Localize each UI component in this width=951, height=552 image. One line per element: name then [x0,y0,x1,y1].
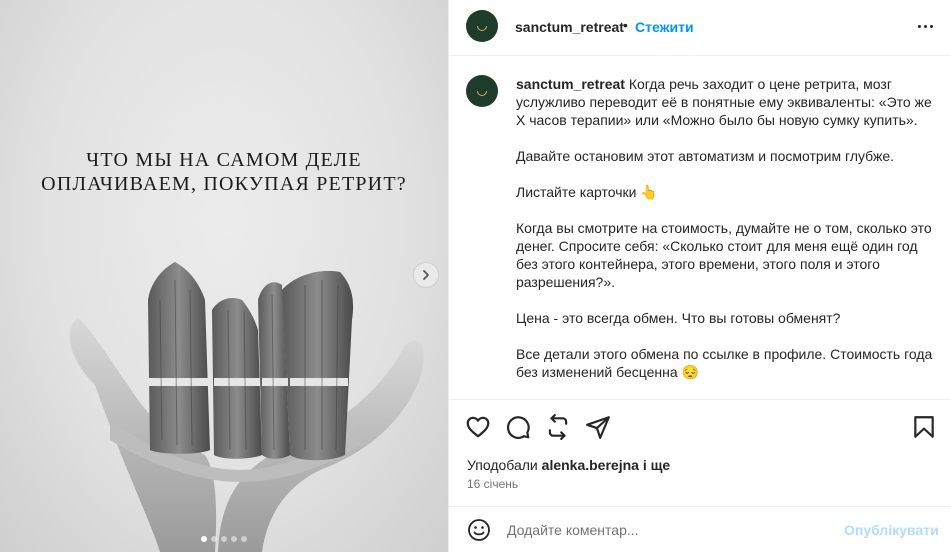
header-username[interactable]: sanctum_retreat [515,19,624,35]
post-side-panel: sanctum_retreat • Стежити sanctum_retrea… [448,0,951,552]
comment-icon[interactable] [505,414,531,440]
likes-suffix[interactable]: і ще [643,457,670,473]
hands-with-money-image [69,262,424,552]
post-header: sanctum_retreat • Стежити [449,0,951,56]
caption-paragraph: Цена - это всегда обмен. Что вы готовы о… [516,310,841,326]
media-title-line-2: ОПЛАЧИВАЕМ, ПОКУПАЯ РЕТРИТ? [41,173,407,195]
likes-prefix: Уподобали [467,457,538,473]
post-date[interactable]: 16 січень [467,477,518,491]
caption-username[interactable]: sanctum_retreat [516,76,625,92]
avatar[interactable] [466,75,498,107]
likes-user[interactable]: alenka.berejna [542,457,639,473]
caption-area: sanctum_retreat Когда речь заходит о цен… [449,57,951,399]
carousel-dot [231,536,237,542]
post-caption: sanctum_retreat Когда речь заходит о цен… [516,75,936,399]
caption-paragraph: Все детали этого обмена по ссылке в проф… [516,346,933,380]
post-media[interactable]: ЧТО МЫ НА САМОМ ДЕЛЕ ОПЛАЧИВАЕМ, ПОКУПАЯ… [0,0,448,552]
carousel-next-button[interactable] [413,262,439,288]
comment-box: Опублікувати [449,506,951,552]
more-icon[interactable] [911,14,939,38]
action-bar [449,399,951,453]
emoji-icon[interactable] [467,518,491,542]
header-separator: • [623,17,628,33]
share-icon[interactable] [585,414,611,440]
carousel-dot [221,536,227,542]
caption-paragraph: Когда вы смотрите на стоимость, думайте … [516,220,932,290]
carousel-dots [0,536,448,542]
avatar[interactable] [466,10,498,42]
carousel-dot [241,536,247,542]
media-title-line-1: ЧТО МЫ НА САМОМ ДЕЛЕ [86,149,362,171]
chevron-right-icon [423,270,429,280]
carousel-dot [201,536,207,542]
likes-summary: Уподобали alenka.berejna і ще [467,457,670,473]
comment-input[interactable] [507,520,827,540]
follow-button[interactable]: Стежити [635,19,694,35]
repost-icon[interactable] [545,414,571,440]
heart-icon[interactable] [465,414,491,440]
publish-button[interactable]: Опублікувати [844,522,939,538]
caption-paragraph: Листайте карточки 👆 [516,184,658,200]
bookmark-icon[interactable] [911,414,937,440]
media-title: ЧТО МЫ НА САМОМ ДЕЛЕ ОПЛАЧИВАЕМ, ПОКУПАЯ… [0,148,448,196]
carousel-dot [211,536,217,542]
caption-paragraph: Давайте остановим этот автоматизм и посм… [516,148,895,164]
